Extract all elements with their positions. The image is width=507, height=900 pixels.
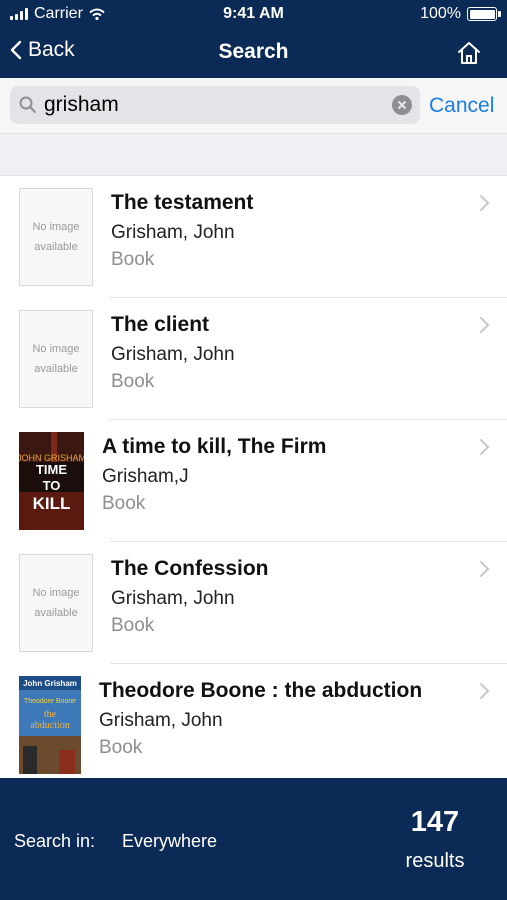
no-image-text: available <box>34 241 78 253</box>
page-title: Search <box>218 40 289 63</box>
results-count-label: results <box>405 850 465 872</box>
search-bar: Cancel <box>0 78 507 134</box>
result-title: Theodore Boone : the abduction <box>99 679 423 702</box>
search-in-label: Search in: <box>14 831 96 851</box>
no-image-placeholder: No image available <box>19 188 93 286</box>
no-image-placeholder: No image available <box>19 554 93 652</box>
book-cover-image: John Grisham Theodore Boone the abductio… <box>19 676 81 774</box>
result-type: Book <box>111 249 155 270</box>
result-type: Book <box>99 737 143 758</box>
chevron-right-icon <box>480 317 490 333</box>
list-item[interactable]: No image available The client Grisham, J… <box>0 298 507 420</box>
result-title: A time to kill, The Firm <box>102 435 327 458</box>
chevron-right-icon <box>480 561 490 577</box>
cover-title-text: abduction <box>30 720 69 731</box>
chevron-right-icon <box>480 683 490 699</box>
result-type: Book <box>102 493 146 514</box>
status-bar: Carrier 9:41 AM 100% <box>0 0 507 30</box>
result-title: The testament <box>111 191 254 214</box>
result-title: The Confession <box>111 557 269 580</box>
result-author: Grisham,J <box>102 466 189 487</box>
result-title: The client <box>111 313 210 336</box>
result-author: Grisham, John <box>99 710 223 731</box>
home-icon[interactable] <box>455 39 483 67</box>
results-list: No image available The testament Grisham… <box>0 176 507 776</box>
cancel-button[interactable]: Cancel <box>429 94 494 118</box>
chevron-right-icon <box>480 195 490 211</box>
search-scope-selector[interactable]: Everywhere <box>122 831 217 852</box>
no-image-text: No image <box>32 221 80 233</box>
no-image-text: available <box>34 607 78 619</box>
cover-title-text: TO <box>43 478 61 493</box>
book-cover-image: JOHN GRISHAM TIME TO KILL <box>19 432 84 530</box>
no-image-text: No image <box>32 587 80 599</box>
list-item[interactable]: No image available The testament Grisham… <box>0 176 507 298</box>
cover-author-text: John Grisham <box>23 679 77 688</box>
bottom-bar: Search in: Everywhere 147 results <box>0 778 507 900</box>
chevron-right-icon <box>480 439 490 455</box>
list-item[interactable]: John Grisham Theodore Boone the abductio… <box>0 664 507 776</box>
results-count: 147 <box>410 806 460 838</box>
result-author: Grisham, John <box>111 344 235 365</box>
navigation-bar: Back Search <box>0 30 507 78</box>
result-type: Book <box>111 371 155 392</box>
cover-title-text: the <box>44 709 57 720</box>
result-author: Grisham, John <box>111 222 235 243</box>
result-type: Book <box>111 615 155 636</box>
no-image-placeholder: No image available <box>19 310 93 408</box>
cover-title-text: KILL <box>33 494 71 513</box>
battery-icon <box>467 7 501 21</box>
search-icon <box>19 96 36 113</box>
cover-series-text: Theodore Boone <box>24 698 76 705</box>
search-input[interactable] <box>44 90 384 120</box>
no-image-text: available <box>34 363 78 375</box>
search-field[interactable] <box>10 86 420 124</box>
list-item[interactable]: JOHN GRISHAM TIME TO KILL A time to kill… <box>0 420 507 542</box>
section-spacer <box>0 134 507 176</box>
cover-title-text: TIME <box>36 462 67 477</box>
no-image-text: No image <box>32 343 80 355</box>
clear-search-icon[interactable] <box>392 95 412 115</box>
battery-percent: 100% <box>420 5 461 22</box>
top-bar: Carrier 9:41 AM 100% Back Search <box>0 0 507 78</box>
list-item[interactable]: No image available The Confession Grisha… <box>0 542 507 664</box>
result-author: Grisham, John <box>111 588 235 609</box>
